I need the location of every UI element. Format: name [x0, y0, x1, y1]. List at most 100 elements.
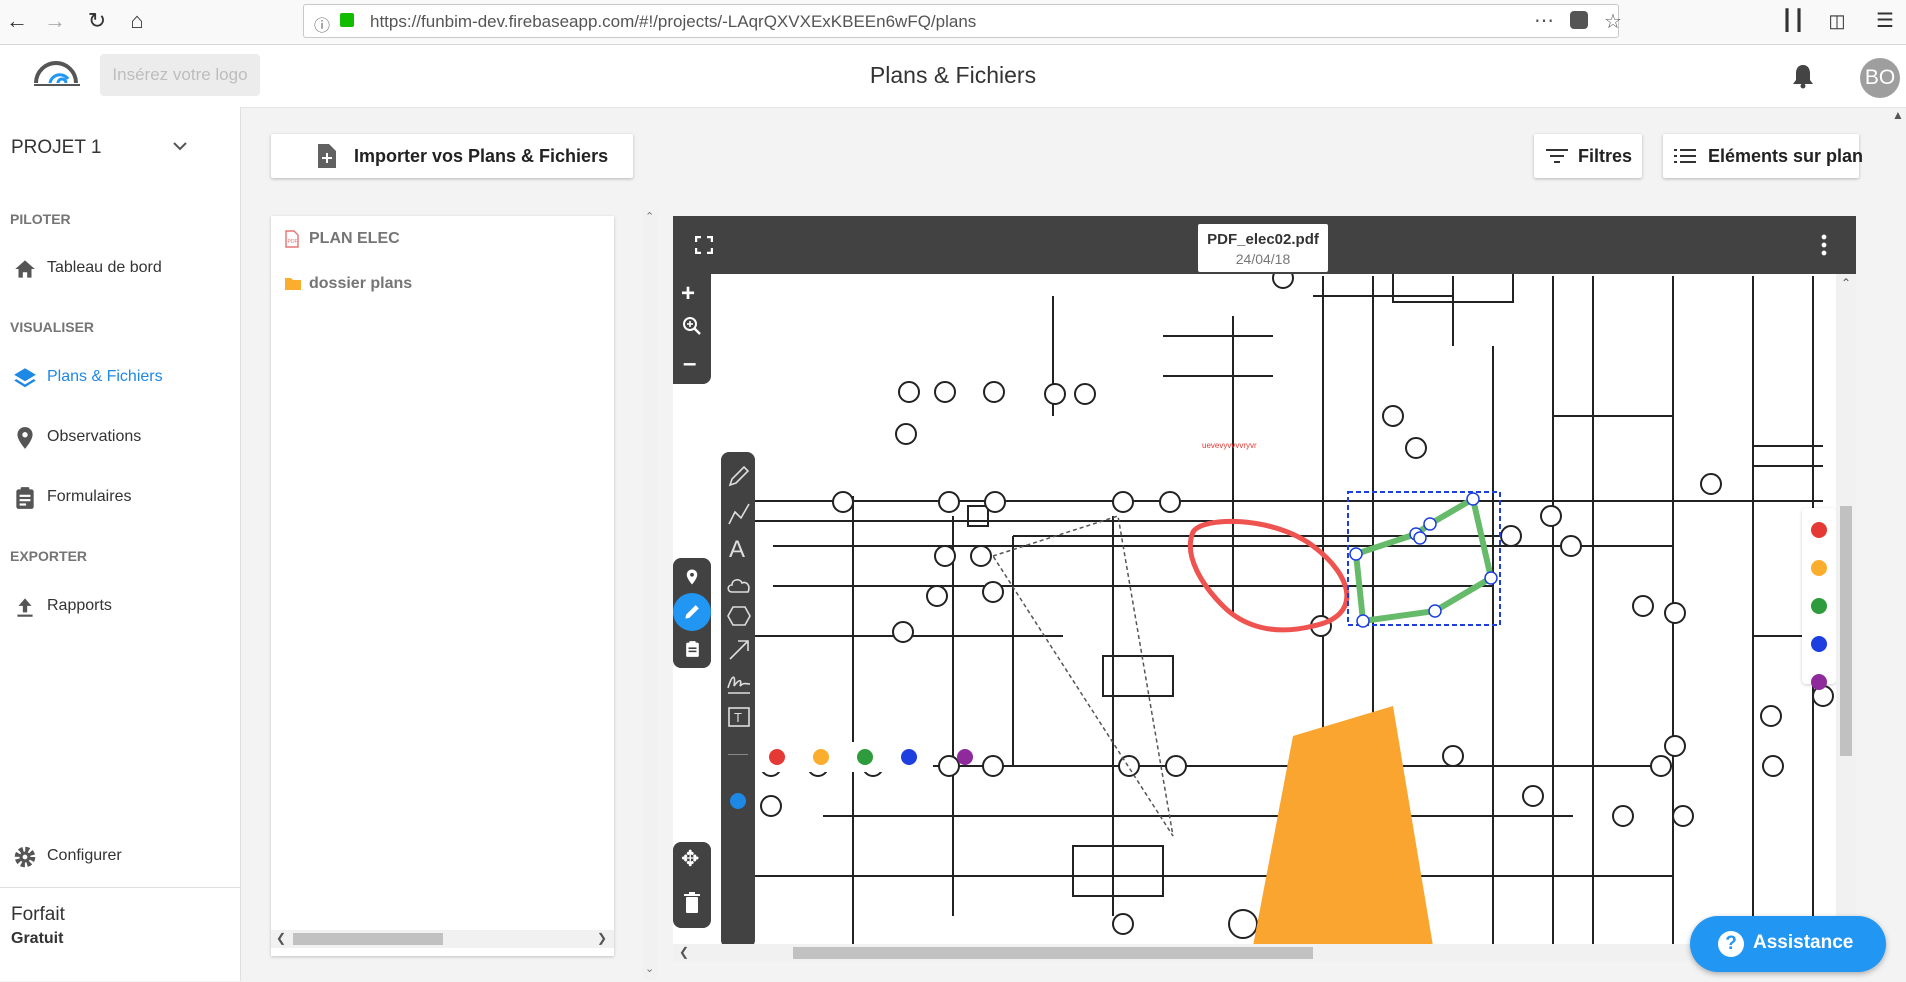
help-icon: ?: [1718, 931, 1744, 957]
chevron-down-icon[interactable]: [172, 141, 188, 153]
more-vert-icon[interactable]: [1821, 234, 1827, 256]
arrow-icon[interactable]: [727, 638, 751, 662]
cloud-icon[interactable]: [726, 576, 752, 594]
scroll-up-icon[interactable]: ⌃: [645, 210, 654, 223]
color-blue-swatch[interactable]: [1811, 636, 1827, 652]
color-green-swatch[interactable]: [857, 749, 873, 765]
zoom-out-icon[interactable]: –: [683, 350, 696, 378]
color-green-swatch[interactable]: [1811, 598, 1827, 614]
viewer-vertical-scrollbar[interactable]: ⌃: [1836, 274, 1856, 946]
scrollbar-thumb[interactable]: [793, 947, 1313, 959]
plan-elements-button[interactable]: Eléments sur plan: [1663, 134, 1863, 178]
annotation-mode-controls: [673, 558, 711, 668]
filter-icon: [1546, 149, 1568, 163]
current-color-swatch[interactable]: [730, 793, 746, 809]
zoom-search-icon[interactable]: [682, 316, 702, 336]
user-avatar[interactable]: BO: [1860, 58, 1900, 98]
filters-label: Filtres: [1578, 146, 1633, 166]
filters-button[interactable]: Filtres: [1534, 134, 1642, 178]
page-actions-icon[interactable]: ⋯: [1534, 8, 1554, 33]
pocket-icon[interactable]: [1570, 11, 1588, 29]
home-icon[interactable]: ⌂: [122, 6, 152, 36]
svg-text:uevevyvvvvryvr: uevevyvvvvryvr: [1202, 441, 1257, 450]
scroll-up-icon[interactable]: ⌃: [1841, 276, 1851, 290]
clipboard-icon: [16, 487, 34, 509]
trash-icon[interactable]: [684, 892, 700, 914]
notifications-bell-icon[interactable]: [1792, 63, 1814, 89]
sidebar-item-plans[interactable]: Plans & Fichiers: [10, 362, 230, 392]
scrollbar-thumb[interactable]: [1840, 506, 1852, 756]
assistance-button[interactable]: ? Assistance: [1690, 916, 1886, 972]
address-bar[interactable]: ⓘ https://funbim-dev.firebaseapp.com/#!/…: [303, 4, 1622, 38]
file-info: PDF_elec02.pdf 24/04/18: [1198, 224, 1328, 272]
sidebar-item-configure[interactable]: Configurer: [10, 841, 230, 871]
reload-icon[interactable]: ↻: [82, 6, 112, 36]
color-red-swatch[interactable]: [1811, 522, 1827, 538]
color-blue-swatch[interactable]: [901, 749, 917, 765]
scrollbar-thumb[interactable]: [293, 933, 443, 945]
map-pin-icon[interactable]: [683, 566, 701, 588]
folder-name: dossier plans: [309, 275, 413, 292]
sidebar-item-forms[interactable]: Formulaires: [10, 482, 230, 512]
color-red-swatch[interactable]: [769, 749, 785, 765]
viewer-horizontal-scrollbar[interactable]: ❮: [673, 944, 1856, 962]
move-icon[interactable]: ✥: [681, 846, 699, 872]
menu-icon[interactable]: ☰: [1870, 6, 1900, 36]
polyline-icon[interactable]: [727, 502, 751, 526]
forward-icon[interactable]: →: [40, 6, 70, 36]
import-button[interactable]: Importer vos Plans & Fichiers: [271, 134, 633, 178]
bookmark-star-icon[interactable]: ☆: [1604, 9, 1622, 34]
scroll-down-icon[interactable]: ⌄: [645, 962, 654, 975]
library-icon[interactable]: ┃┃: [1778, 6, 1808, 36]
color-purple-swatch[interactable]: [1811, 674, 1827, 690]
draw-mode-button[interactable]: [673, 593, 711, 631]
plan-value: Gratuit: [11, 930, 64, 947]
scroll-up-icon[interactable]: ▲: [1892, 108, 1904, 122]
sidebar-item-dashboard[interactable]: Tableau de bord: [10, 253, 230, 283]
file-item[interactable]: PDF PLAN ELEC: [285, 228, 585, 252]
sidebar-item-reports[interactable]: Rapports: [10, 591, 230, 621]
color-orange-swatch[interactable]: [1811, 560, 1827, 576]
color-palette-right: [1802, 508, 1836, 690]
scroll-left-icon[interactable]: ❮: [276, 931, 286, 945]
page-title: Plans & Fichiers: [869, 62, 1037, 88]
import-label: Importer vos Plans & Fichiers: [354, 146, 609, 166]
sidebar-item-label: Configurer: [47, 847, 122, 864]
folder-item[interactable]: dossier plans: [285, 273, 585, 297]
svg-text:T: T: [734, 710, 742, 725]
section-visualiser: VISUALISER: [10, 319, 95, 335]
gear-icon: [14, 846, 36, 868]
textbox-icon[interactable]: T: [727, 706, 751, 728]
fullscreen-icon[interactable]: [695, 236, 713, 254]
home-icon: [15, 260, 35, 278]
edit-controls: ✥: [673, 842, 711, 928]
scroll-left-icon[interactable]: ❮: [679, 945, 689, 959]
url-text[interactable]: https://funbim-dev.firebaseapp.com/#!/pr…: [370, 12, 976, 32]
horizontal-scrollbar[interactable]: ❮ ❯: [271, 930, 614, 948]
back-icon[interactable]: ←: [2, 6, 32, 36]
color-orange-swatch[interactable]: [813, 749, 829, 765]
plan-drawing[interactable]: uevevyvvvvryvr: [673, 216, 1856, 946]
text-icon[interactable]: A: [729, 536, 745, 564]
zoom-controls: + –: [673, 274, 711, 384]
pencil-icon[interactable]: [727, 464, 751, 488]
drawing-tools: A T: [721, 452, 755, 946]
sidebar-item-observations[interactable]: Observations: [10, 422, 230, 452]
lock-icon: [340, 13, 354, 27]
sidebar: PROJET 1 PILOTER Tableau de bord VISUALI…: [0, 107, 241, 981]
add-file-icon: [318, 144, 336, 168]
vertical-scrollbar[interactable]: ⌃ ⌄: [643, 210, 657, 980]
polygon-icon[interactable]: [726, 604, 752, 628]
pencil-icon: [685, 605, 699, 619]
sidebar-item-label: Observations: [47, 428, 142, 445]
project-selector[interactable]: PROJET 1: [11, 137, 101, 159]
sidebar-toggle-icon[interactable]: ◫: [1822, 6, 1852, 36]
signature-icon[interactable]: [726, 672, 752, 696]
color-purple-swatch[interactable]: [957, 749, 973, 765]
zoom-in-icon[interactable]: +: [681, 280, 695, 308]
info-icon[interactable]: ⓘ: [314, 12, 330, 36]
file-name: PDF_elec02.pdf: [1207, 231, 1319, 248]
scroll-right-icon[interactable]: ❯: [597, 931, 607, 945]
clipboard-icon[interactable]: [683, 638, 702, 660]
map-pin-icon: [17, 427, 33, 449]
